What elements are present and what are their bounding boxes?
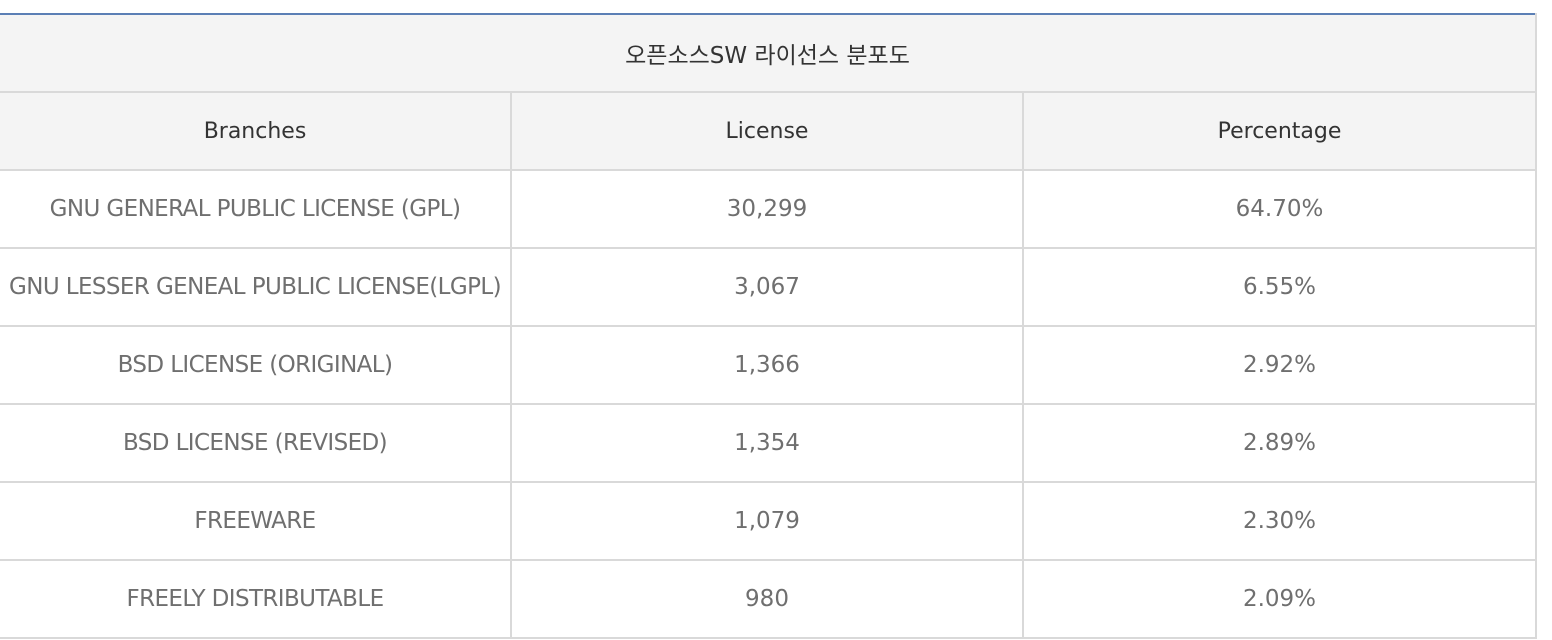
table-row: FREELY DISTRIBUTABLE 980 2.09% bbox=[0, 560, 1538, 639]
license-count-cell: 1,354 bbox=[511, 404, 1024, 483]
table-row: GNU LESSER GENEAL PUBLIC LICENSE(LGPL) 3… bbox=[0, 248, 1538, 327]
table-row: FREEWARE 1,079 2.30% bbox=[0, 482, 1538, 561]
license-count-cell: 980 bbox=[511, 560, 1024, 639]
branch-cell: GNU LESSER GENEAL PUBLIC LICENSE(LGPL) bbox=[0, 248, 512, 327]
column-header-license: License bbox=[511, 92, 1024, 171]
branch-cell: GNU GENERAL PUBLIC LICENSE (GPL) bbox=[0, 170, 512, 249]
table-caption-row: 오픈소스SW 라이선스 분포도 bbox=[0, 14, 1538, 93]
column-header-branches: Branches bbox=[0, 92, 512, 171]
branch-cell: BSD LICENSE (ORIGINAL) bbox=[0, 326, 512, 405]
license-count-cell: 1,366 bbox=[511, 326, 1024, 405]
license-distribution-table-container: 오픈소스SW 라이선스 분포도 Branches License Percent… bbox=[0, 13, 1538, 639]
percentage-cell: 2.92% bbox=[1023, 326, 1538, 405]
percentage-cell: 64.70% bbox=[1023, 170, 1538, 249]
table-header-row: Branches License Percentage bbox=[0, 92, 1538, 171]
table-row: GNU GENERAL PUBLIC LICENSE (GPL) 30,299 … bbox=[0, 170, 1538, 249]
license-count-cell: 30,299 bbox=[511, 170, 1024, 249]
percentage-cell: 2.89% bbox=[1023, 404, 1538, 483]
percentage-cell: 2.30% bbox=[1023, 482, 1538, 561]
percentage-cell: 2.09% bbox=[1023, 560, 1538, 639]
column-header-percentage: Percentage bbox=[1023, 92, 1538, 171]
license-count-cell: 1,079 bbox=[511, 482, 1024, 561]
table-row: BSD LICENSE (REVISED) 1,354 2.89% bbox=[0, 404, 1538, 483]
license-count-cell: 3,067 bbox=[511, 248, 1024, 327]
table-caption: 오픈소스SW 라이선스 분포도 bbox=[0, 14, 1538, 93]
table-row: BSD LICENSE (ORIGINAL) 1,366 2.92% bbox=[0, 326, 1538, 405]
branch-cell: FREELY DISTRIBUTABLE bbox=[0, 560, 512, 639]
branch-cell: BSD LICENSE (REVISED) bbox=[0, 404, 512, 483]
license-distribution-table: 오픈소스SW 라이선스 분포도 Branches License Percent… bbox=[0, 13, 1538, 639]
percentage-cell: 6.55% bbox=[1023, 248, 1538, 327]
branch-cell: FREEWARE bbox=[0, 482, 512, 561]
